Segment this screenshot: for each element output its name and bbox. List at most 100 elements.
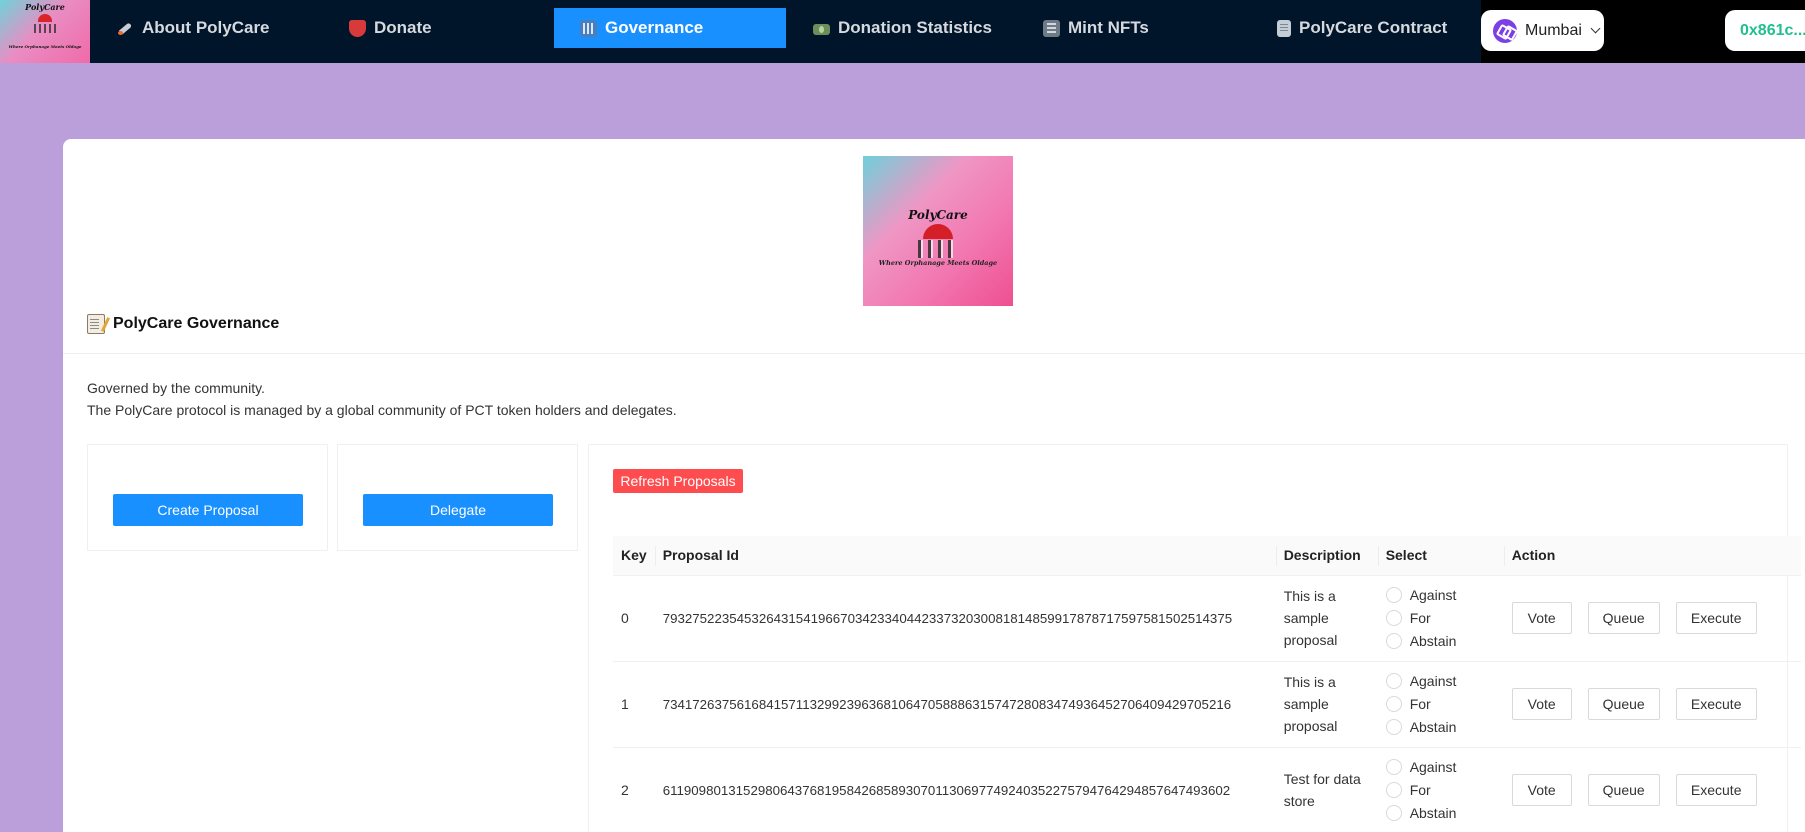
radio-label: Against [1409, 587, 1457, 603]
table-row: 2 61190980131529806437681958426858930701… [613, 747, 1801, 832]
vote-select-cell: Against For Abstain [1377, 575, 1504, 662]
proposal-description: Test for data store [1275, 747, 1378, 832]
people-figures-icon [918, 240, 958, 258]
radio-label: For [1409, 696, 1431, 712]
logo-tagline: Where Orphanage Meets Oldage [8, 44, 82, 49]
radio-against[interactable]: Against [1385, 671, 1496, 691]
radio-label: Abstain [1409, 805, 1457, 821]
refresh-proposals-button[interactable]: Refresh Proposals [613, 469, 743, 493]
radio-circle-icon [1385, 782, 1402, 798]
radio-label: Abstain [1409, 719, 1457, 735]
execute-button[interactable]: Execute [1675, 602, 1757, 634]
umbrella-icon [923, 224, 953, 239]
card-title: PolyCare Governance [87, 314, 279, 334]
radio-for[interactable]: For [1385, 780, 1496, 800]
proposals-table: Key Proposal Id Description Select Actio… [613, 536, 1801, 832]
nav-item-label: Donate [374, 18, 432, 37]
action-cell: Vote Queue Execute [1503, 747, 1801, 832]
action-cell: Vote Queue Execute [1503, 575, 1801, 662]
vote-button[interactable]: Vote [1511, 602, 1572, 634]
proposal-key: 1 [613, 661, 655, 748]
logo-title: PolyCare [25, 2, 65, 12]
polycare-logo[interactable]: PolyCare Where Orphanage Meets Oldage [0, 0, 90, 63]
create-proposal-button[interactable]: Create Proposal [113, 494, 303, 526]
shield-icon [349, 19, 366, 37]
delegate-box: Delegate [337, 444, 578, 551]
account-button[interactable]: 0x861c...9 [1725, 10, 1805, 51]
proposal-key: 2 [613, 747, 655, 832]
radio-circle-icon [1385, 719, 1402, 735]
radio-for[interactable]: For [1385, 694, 1496, 714]
action-cell: Vote Queue Execute [1503, 661, 1801, 748]
nav-item-donate[interactable]: Donate [349, 8, 432, 48]
nav-item-about[interactable]: About PolyCare [117, 8, 270, 48]
radio-label: For [1409, 782, 1431, 798]
rocket-icon [117, 20, 134, 37]
memo-icon [87, 314, 105, 334]
queue-button[interactable]: Queue [1587, 688, 1660, 720]
table-row: 0 79327522354532643154196670342334044233… [613, 575, 1801, 662]
proposal-description: This is a sample proposal [1275, 575, 1378, 662]
radio-abstain[interactable]: Abstain [1385, 631, 1496, 651]
nav-item-label: Mint NFTs [1068, 18, 1149, 37]
radio-label: Abstain [1409, 633, 1457, 649]
hero-tagline: Where Orphanage Meets Oldage [878, 259, 998, 267]
hero-title: PolyCare [908, 208, 968, 222]
people-figures-icon [34, 24, 56, 33]
nav-item-mint-nfts[interactable]: Mint NFTs [1043, 8, 1149, 48]
vote-button[interactable]: Vote [1511, 774, 1572, 806]
proposal-id: 7341726375616841571132992396368106470588… [654, 661, 1276, 748]
document-icon [1277, 19, 1291, 37]
office-icon [1043, 19, 1060, 37]
nav-item-label: Governance [605, 18, 704, 37]
network-label: Mumbai [1525, 21, 1582, 39]
vote-select-cell: Against For Abstain [1377, 747, 1504, 832]
vote-select-cell: Against For Abstain [1377, 661, 1504, 748]
table-header-row: Key Proposal Id Description Select Actio… [613, 536, 1801, 576]
queue-button[interactable]: Queue [1587, 602, 1660, 634]
description-line-2: The PolyCare protocol is managed by a gl… [87, 402, 677, 418]
radio-abstain[interactable]: Abstain [1385, 717, 1496, 737]
delegate-button[interactable]: Delegate [363, 494, 553, 526]
radio-circle-icon [1385, 696, 1402, 712]
radio-circle-icon [1385, 805, 1402, 821]
radio-against[interactable]: Against [1385, 585, 1496, 605]
column-header-description: Description [1275, 536, 1378, 576]
radio-label: Against [1409, 759, 1457, 775]
radio-circle-icon [1385, 673, 1402, 689]
nav-item-governance[interactable]: Governance [554, 8, 786, 48]
radio-circle-icon [1385, 587, 1402, 603]
building-icon [580, 19, 597, 37]
card-divider [63, 353, 1805, 354]
radio-circle-icon [1385, 610, 1402, 626]
network-selector[interactable]: Mumbai [1481, 10, 1604, 51]
vote-button[interactable]: Vote [1511, 688, 1572, 720]
column-header-action: Action [1503, 536, 1801, 576]
radio-against[interactable]: Against [1385, 757, 1496, 777]
chevron-down-icon [1590, 23, 1601, 34]
column-header-proposal-id: Proposal Id [654, 536, 1276, 576]
radio-circle-icon [1385, 759, 1402, 775]
nav-item-label: Donation Statistics [838, 18, 992, 37]
proposal-key: 0 [613, 575, 655, 662]
queue-button[interactable]: Queue [1587, 774, 1660, 806]
column-header-key: Key [613, 536, 655, 576]
nav-item-donation-statistics[interactable]: Donation Statistics [813, 8, 992, 48]
column-header-select: Select [1377, 536, 1504, 576]
table-row: 1 73417263756168415711329923963681064705… [613, 661, 1801, 748]
execute-button[interactable]: Execute [1675, 688, 1757, 720]
radio-for[interactable]: For [1385, 608, 1496, 628]
hero-logo-image: PolyCare Where Orphanage Meets Oldage [863, 156, 1013, 306]
proposal-description: This is a sample proposal [1275, 661, 1378, 748]
polygon-icon [1493, 18, 1517, 43]
proposal-id: 6119098013152980643768195842685893070113… [654, 747, 1276, 832]
radio-label: For [1409, 610, 1431, 626]
money-icon [813, 23, 830, 35]
proposal-id: 7932752235453264315419667034233404423373… [654, 575, 1276, 662]
radio-abstain[interactable]: Abstain [1385, 803, 1496, 823]
nav-item-polycare-contract[interactable]: PolyCare Contract [1277, 8, 1447, 48]
umbrella-icon [38, 14, 52, 22]
card-title-text: PolyCare Governance [113, 315, 280, 332]
execute-button[interactable]: Execute [1675, 774, 1757, 806]
radio-label: Against [1409, 673, 1457, 689]
